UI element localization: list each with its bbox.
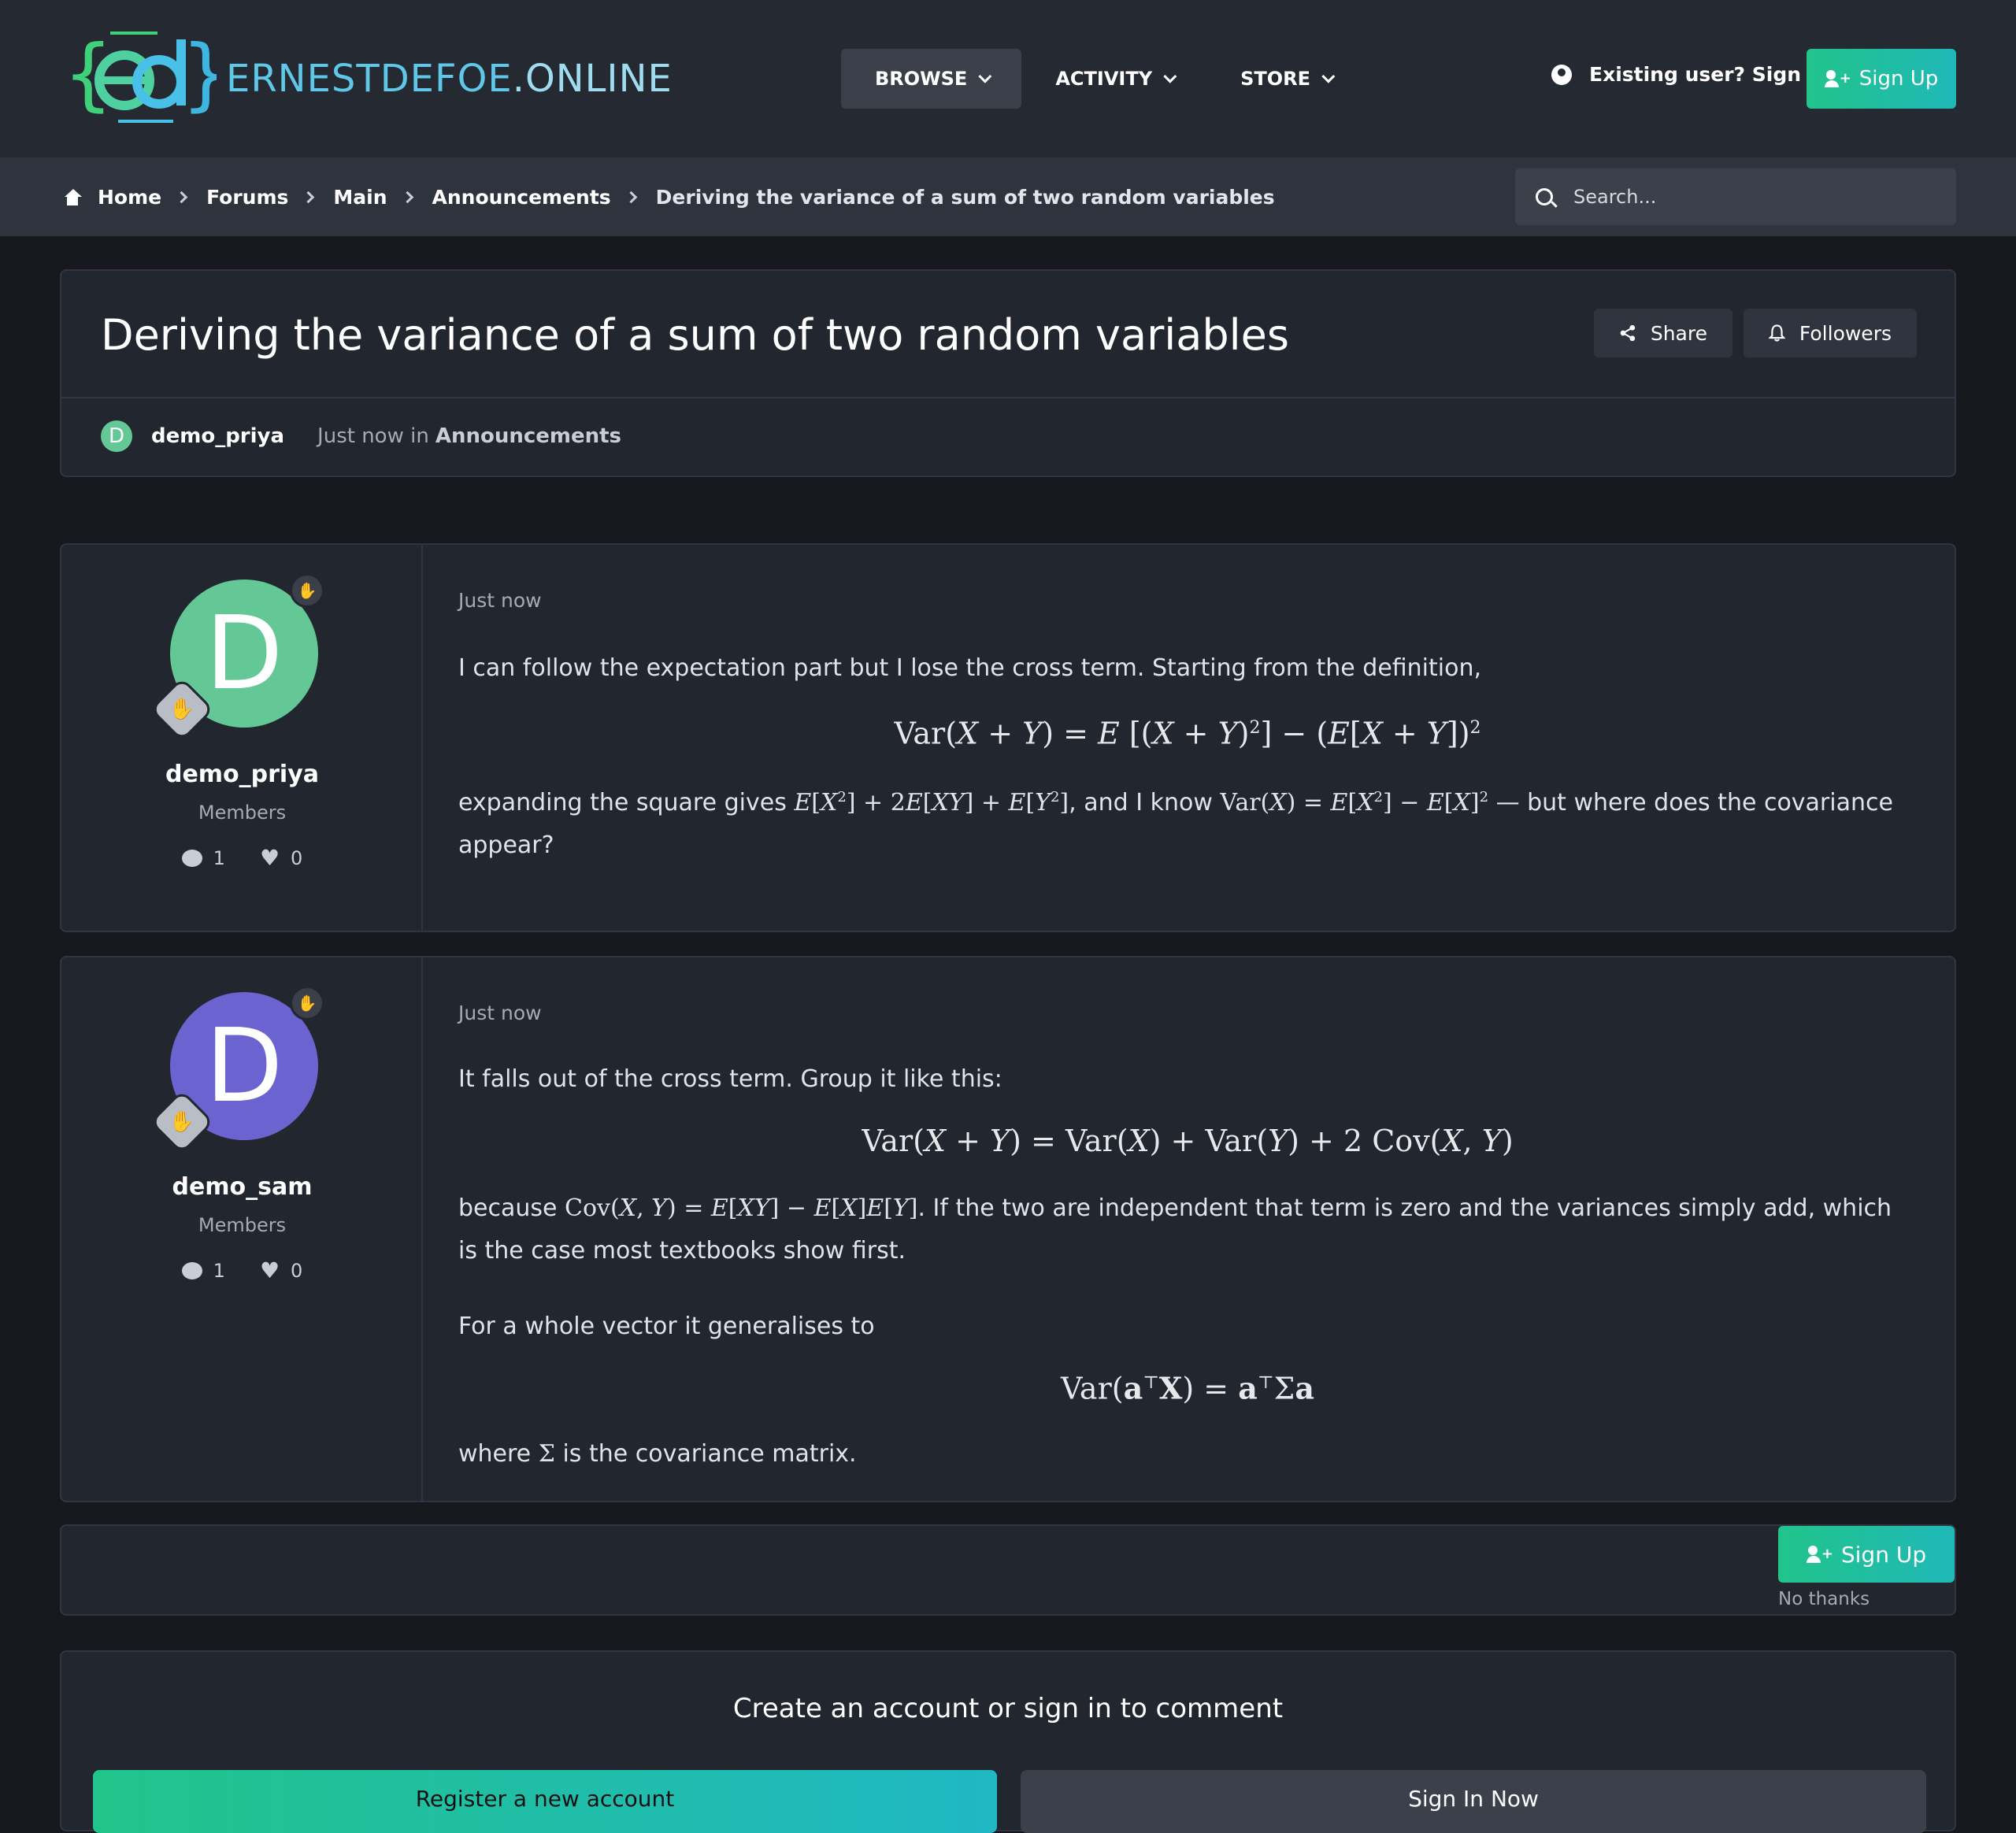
divider (61, 397, 1955, 398)
post-author-panel: D ✋ ✋ demo_sam Members 1 ♥ 0 (61, 957, 423, 1501)
comment-icon (181, 1262, 202, 1279)
chevron-right-icon (175, 191, 188, 204)
followers-button[interactable]: Followers (1744, 309, 1917, 357)
avatar[interactable]: D (101, 420, 132, 452)
post-user-group: Members (198, 802, 287, 824)
post-paragraph: where Σ is the covariance matrix. (458, 1440, 857, 1468)
sign-in-now-button[interactable]: Sign In Now (1021, 1770, 1926, 1833)
logo-icon: { } (63, 28, 217, 123)
breadcrumb-home[interactable]: Home (98, 186, 161, 209)
post-user-stats: 1 ♥ 0 (61, 1260, 423, 1282)
add-user-icon: + (1824, 70, 1851, 87)
post-username[interactable]: demo_priya (61, 761, 423, 788)
sign-in-link[interactable]: Existing user? Sign In (1551, 63, 1829, 86)
user-icon (1551, 64, 1572, 85)
no-thanks-link[interactable]: No thanks (1778, 1589, 1870, 1609)
share-icon (1620, 324, 1636, 342)
bell-icon (1769, 324, 1785, 342)
register-button[interactable]: Register a new account (93, 1770, 997, 1833)
breadcrumb-forums[interactable]: Forums (206, 186, 288, 209)
comment-icon (181, 850, 202, 867)
sign-up-button[interactable]: + Sign Up (1778, 1526, 1955, 1583)
signup-prompt (60, 1524, 1956, 1616)
post-paragraph: expanding the square gives E[X2] + 2E[XY… (458, 789, 1893, 859)
chevron-right-icon (302, 191, 315, 204)
topic-header: Deriving the variance of a sum of two ra… (60, 269, 1956, 477)
chevron-right-icon (624, 191, 637, 204)
post-username[interactable]: demo_sam (61, 1173, 423, 1201)
search-input[interactable]: Search... (1515, 168, 1956, 225)
heart-icon: ♥ (259, 845, 280, 871)
breadcrumb: Home Forums Main Announcements Deriving … (63, 186, 1275, 209)
sign-up-button[interactable]: + Sign Up (1807, 49, 1956, 109)
math-equation: Var(a⊤X) = a⊤Σa (1060, 1370, 1315, 1406)
top-bar: { } ERNESTDEFOE.ONLINE BROWSE ACTIVITY S… (0, 0, 2016, 157)
heart-icon: ♥ (259, 1257, 280, 1283)
main-nav: BROWSE ACTIVITY STORE (841, 49, 1365, 109)
nav-store[interactable]: STORE (1206, 49, 1365, 109)
search-icon (1536, 188, 1553, 206)
post-user-group: Members (198, 1214, 287, 1236)
post-timestamp: Just now (458, 589, 542, 612)
chevron-down-icon (1163, 69, 1177, 83)
logo-text: ERNESTDEFOE.ONLINE (226, 57, 673, 101)
comment-panel: Create an account or sign in to comment … (60, 1650, 1956, 1833)
page-title: Deriving the variance of a sum of two ra… (101, 310, 1289, 360)
home-icon (63, 188, 82, 206)
post-paragraph: I can follow the expectation part but I … (458, 654, 1482, 682)
hand-icon: ✋ (290, 573, 324, 608)
nav-activity[interactable]: ACTIVITY (1021, 49, 1206, 109)
math-equation: Var(X + Y) = Var(X) + Var(Y) + 2 Cov(X, … (862, 1124, 1514, 1158)
svg-text:}: } (181, 28, 217, 120)
topic-meta: D demo_priya Just now in Announcements (101, 420, 621, 452)
site-logo[interactable]: { } ERNESTDEFOE.ONLINE (63, 24, 673, 134)
chevron-down-icon (1321, 69, 1336, 83)
topic-forum-link[interactable]: Announcements (435, 424, 621, 448)
breadcrumb-announcements[interactable]: Announcements (432, 186, 611, 209)
topic-time: Just now in (317, 424, 429, 448)
topic-author[interactable]: demo_priya (151, 424, 284, 448)
post-user-stats: 1 ♥ 0 (61, 847, 423, 869)
chevron-right-icon (401, 191, 413, 204)
post: D ✋ ✋ demo_sam Members 1 ♥ 0 Just now It … (60, 956, 1956, 1502)
post-author-panel: D ✋ ✋ demo_priya Members 1 ♥ 0 (61, 545, 423, 931)
breadcrumb-current[interactable]: Deriving the variance of a sum of two ra… (656, 186, 1275, 209)
share-button[interactable]: Share (1594, 309, 1732, 357)
post-paragraph: For a whole vector it generalises to (458, 1313, 875, 1340)
post: D ✋ ✋ demo_priya Members 1 ♥ 0 Just now I… (60, 543, 1956, 932)
add-user-icon: + (1806, 1546, 1833, 1563)
post-paragraph: because Cov(X, Y) = E[XY] − E[X]E[Y]. If… (458, 1194, 1892, 1265)
breadcrumb-main[interactable]: Main (333, 186, 387, 209)
svg-text:{: { (63, 28, 113, 120)
comment-title: Create an account or sign in to comment (732, 1693, 1284, 1724)
hand-icon: ✋ (290, 986, 324, 1020)
post-paragraph: It falls out of the cross term. Group it… (458, 1065, 1002, 1093)
nav-browse[interactable]: BROWSE (841, 49, 1022, 109)
post-timestamp: Just now (458, 1002, 542, 1024)
math-equation: Var(X + Y) = E [(X + Y)2] − (E[X + Y])2 (894, 716, 1481, 751)
chevron-down-icon (978, 69, 992, 83)
